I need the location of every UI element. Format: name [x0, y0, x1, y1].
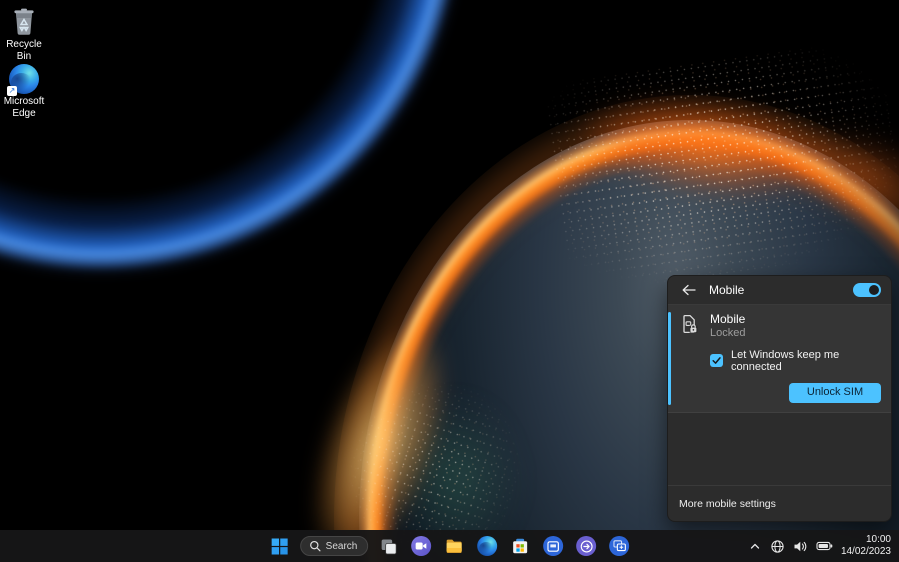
battery-icon — [816, 540, 833, 552]
chevron-up-icon — [748, 540, 762, 552]
search-box[interactable]: Search — [300, 536, 369, 556]
taskbar-center-group: Search — [267, 530, 633, 562]
windows-logo-icon — [271, 538, 288, 555]
file-explorer-button[interactable] — [441, 533, 467, 559]
more-mobile-settings-link[interactable]: More mobile settings — [679, 498, 776, 510]
recycle-bin-icon — [9, 5, 39, 37]
network-status: Locked — [710, 327, 745, 341]
edge-icon — [477, 536, 497, 556]
toggle-knob — [869, 285, 879, 295]
network-tray-button[interactable] — [767, 533, 788, 559]
taskbar: Search — [0, 530, 899, 562]
selected-accent-bar — [668, 312, 671, 405]
microsoft-store-button[interactable] — [507, 533, 533, 559]
flyout-title: Mobile — [709, 283, 844, 297]
desktop-icon-microsoft-edge[interactable]: ↗ Microsoft Edge — [1, 64, 47, 119]
keep-connected-label: Let Windows keep me connected — [731, 349, 881, 373]
task-view-button[interactable] — [375, 533, 401, 559]
show-hidden-icons-button[interactable] — [745, 533, 765, 559]
connect-app-button[interactable] — [606, 533, 632, 559]
get-started-button[interactable] — [573, 533, 599, 559]
window-app-icon — [543, 536, 563, 556]
file-explorer-icon — [444, 536, 464, 556]
get-started-icon — [576, 536, 596, 556]
speaker-icon — [793, 540, 808, 553]
checkmark-icon — [711, 355, 722, 366]
globe-no-internet-icon — [770, 539, 785, 554]
network-name-block: Mobile Locked — [710, 312, 745, 341]
battery-tray-button[interactable] — [813, 533, 836, 559]
chat-icon — [411, 536, 431, 556]
mobile-toggle[interactable] — [853, 283, 881, 297]
desktop-icon-label: Microsoft Edge — [1, 96, 47, 119]
wallpaper-blue-arc — [0, 0, 470, 280]
edge-button[interactable] — [474, 533, 500, 559]
window-app-button[interactable] — [540, 533, 566, 559]
system-tray: 10:00 14/02/2023 — [745, 530, 896, 562]
start-button[interactable] — [267, 533, 293, 559]
keep-connected-checkbox[interactable] — [710, 354, 723, 367]
edge-logo-icon: ↗ — [9, 64, 39, 94]
microsoft-store-icon — [510, 536, 530, 556]
search-label: Search — [326, 541, 358, 552]
desktop-icon-label: Recycle Bin — [1, 39, 47, 62]
mobile-flyout-panel: Mobile Mobile Locked — [667, 275, 892, 522]
chat-button[interactable] — [408, 533, 434, 559]
desktop-icon-recycle-bin[interactable]: Recycle Bin — [1, 5, 47, 62]
task-view-icon — [379, 537, 398, 556]
flyout-empty-area — [668, 413, 891, 485]
unlock-sim-button[interactable]: Unlock SIM — [789, 383, 881, 403]
clock[interactable]: 10:00 14/02/2023 — [838, 534, 896, 559]
volume-tray-button[interactable] — [790, 533, 811, 559]
sim-lock-icon — [678, 313, 700, 335]
wallpaper-particles — [542, 37, 899, 298]
network-name: Mobile — [710, 312, 745, 327]
flyout-header: Mobile — [668, 276, 891, 305]
keep-connected-row[interactable]: Let Windows keep me connected — [710, 349, 881, 373]
desktop-screen: Recycle Bin ↗ Microsoft Edge Mobile — [0, 0, 899, 562]
back-arrow-icon — [682, 284, 696, 296]
tray-date: 14/02/2023 — [841, 546, 891, 559]
shortcut-arrow-badge: ↗ — [7, 86, 17, 96]
back-button[interactable] — [678, 279, 700, 301]
tray-time: 10:00 — [866, 534, 891, 547]
search-icon — [309, 540, 321, 552]
connect-screens-icon — [609, 536, 629, 556]
mobile-network-item[interactable]: Mobile Locked Let Windows keep me connec… — [668, 305, 891, 413]
flyout-footer: More mobile settings — [668, 485, 891, 521]
